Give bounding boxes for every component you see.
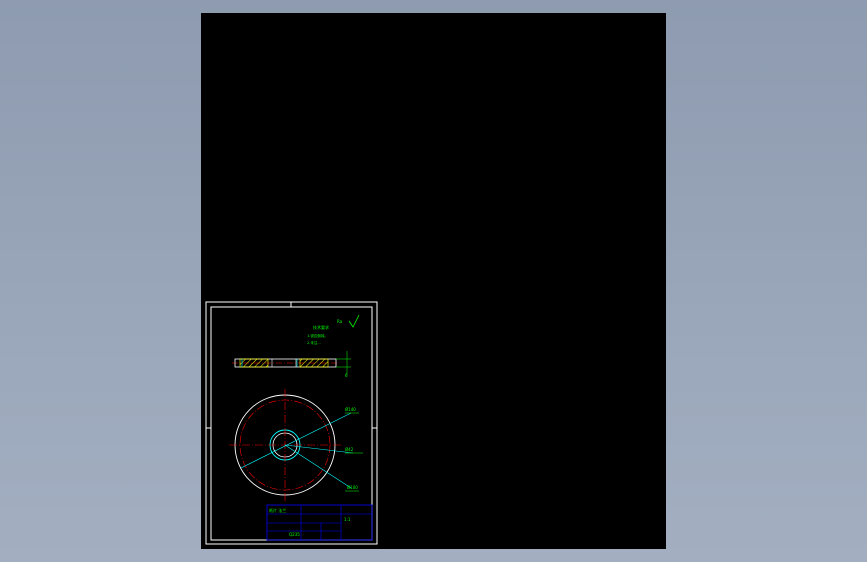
dim-bolt-circle: Ø100 xyxy=(347,485,358,490)
cad-drawing-viewport[interactable]: 技术要求 1.锐边倒钝。 2.未注... Ra 6 Ø140 Ø42 Ø100 … xyxy=(201,13,666,549)
dim-outer-diameter: Ø140 xyxy=(345,407,356,412)
title-block-part-name: 纸片 法兰 xyxy=(269,507,286,513)
thickness-dim-text: 6 xyxy=(345,373,348,378)
sheet-outer-frame xyxy=(205,301,378,545)
section-hatch-right xyxy=(299,358,329,368)
roughness-label: Ra xyxy=(337,319,343,324)
title-block-scale: 1:1 xyxy=(344,517,351,522)
notes-line-1: 1.锐边倒钝。 xyxy=(307,333,328,338)
dim-bore-diameter: Ø42 xyxy=(345,447,354,452)
cad-drawing-canvas[interactable]: 技术要求 1.锐边倒钝。 2.未注... Ra 6 Ø140 Ø42 Ø100 … xyxy=(201,13,666,549)
title-block-material: Q235 xyxy=(289,532,300,537)
notes-title: 技术要求 xyxy=(313,324,329,330)
notes-line-2: 2.未注... xyxy=(307,340,321,345)
section-hatch-left xyxy=(239,358,269,368)
roughness-symbol-icon xyxy=(348,314,360,328)
